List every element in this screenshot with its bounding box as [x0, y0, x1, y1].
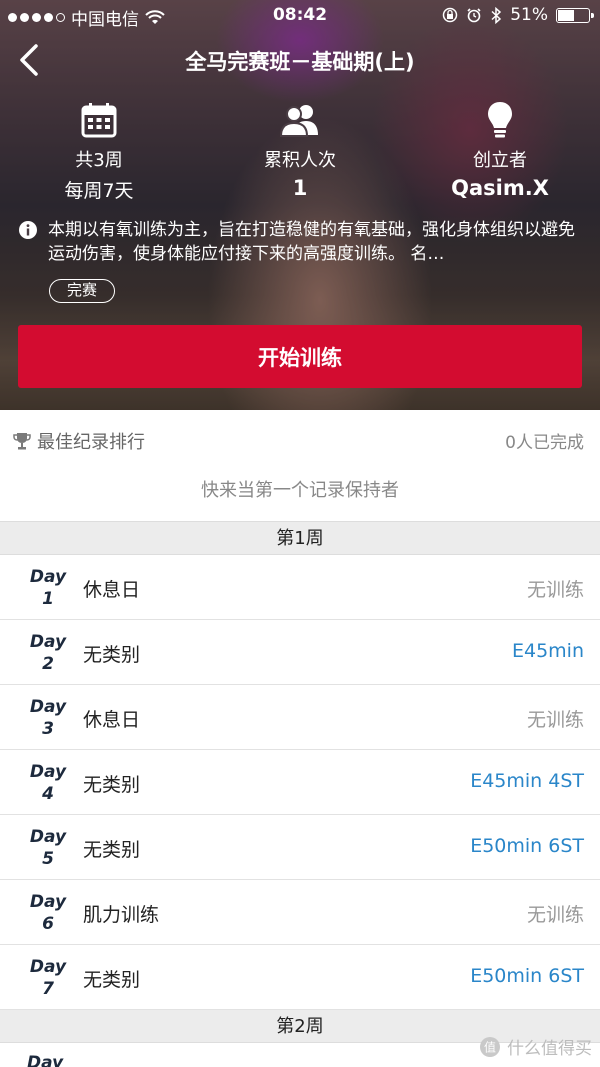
- day-plan: 无训练: [526, 579, 584, 601]
- week-header-1: 第1周: [0, 522, 600, 555]
- battery-percent: 51%: [510, 5, 548, 25]
- duration-days: 每周7天: [64, 180, 134, 202]
- day-label: Day 4: [29, 762, 67, 804]
- day-label: Day: [27, 1053, 64, 1067]
- creator-stat: 创立者 Qasim.X: [410, 100, 590, 200]
- day-type: 无类别: [83, 839, 141, 861]
- day-type: 无类别: [83, 774, 141, 796]
- leaderboard-title: 最佳纪录排行: [37, 432, 145, 453]
- status-bar: 中国电信 08:42 51%: [0, 0, 600, 32]
- day-row-5[interactable]: Day 5 无类别 E50min 6ST: [0, 815, 600, 880]
- day-row-2[interactable]: Day 2 无类别 E45min: [0, 620, 600, 685]
- day-label: Day 2: [29, 632, 67, 674]
- participants-value: 1: [292, 176, 308, 200]
- leaderboard-section: 最佳纪录排行 0人已完成 快来当第一个记录保持者: [0, 410, 600, 522]
- lightbulb-icon: [488, 102, 512, 138]
- day-label: Day 6: [29, 892, 67, 934]
- duration-weeks: 共3周: [75, 150, 123, 171]
- day-plan: E50min 6ST: [470, 835, 584, 857]
- users-icon: [279, 105, 318, 137]
- day-plan: 无训练: [526, 709, 584, 731]
- rotation-lock-icon: [442, 7, 458, 23]
- watermark-text: 什么值得买: [507, 1039, 592, 1059]
- info-icon: [19, 221, 37, 239]
- day-type: 肌力训练: [83, 904, 160, 926]
- duration-stat: 共3周 每周7天: [9, 100, 189, 203]
- calendar-icon: [81, 103, 117, 138]
- creator-name: Qasim.X: [451, 176, 549, 200]
- training-schedule: 第1周 Day 1 休息日 无训练 Day 2 无类别 E45min Day 3 休息…: [0, 522, 600, 1067]
- day-type: 休息日: [83, 709, 141, 731]
- completed-count: 0人已完成: [505, 433, 584, 453]
- day-plan: 无训练: [526, 904, 584, 926]
- day-label: Day 5: [29, 827, 67, 869]
- day-type: 无类别: [83, 644, 141, 666]
- day-row-4[interactable]: Day 4 无类别 E45min 4ST: [0, 750, 600, 815]
- battery-icon: [556, 7, 594, 23]
- day-plan: E50min 6ST: [470, 965, 584, 987]
- day-row-1[interactable]: Day 1 休息日 无训练: [0, 555, 600, 620]
- start-training-button[interactable]: 开始训练: [18, 325, 582, 388]
- day-row-6[interactable]: Day 6 肌力训练 无训练: [0, 880, 600, 945]
- description-text: 本期以有氧训练为主，旨在打造稳健的有氧基础，强化身体组织以避免运动伤害，使身体能…: [48, 220, 575, 264]
- participants-label: 累积人次: [264, 150, 336, 171]
- alarm-icon: [467, 8, 481, 23]
- day-label: Day 1: [29, 567, 67, 609]
- day-row-3[interactable]: Day 3 休息日 无训练: [0, 685, 600, 750]
- trophy-icon: [13, 433, 31, 450]
- day-type: 无类别: [83, 969, 141, 991]
- day-label: Day 7: [29, 957, 67, 999]
- watermark: 值 什么值得买: [479, 1034, 592, 1059]
- day-row-7[interactable]: Day 7 无类别 E50min 6ST: [0, 945, 600, 1010]
- leaderboard-header[interactable]: 最佳纪录排行: [13, 428, 145, 454]
- course-description[interactable]: 本期以有氧训练为主，旨在打造稳健的有氧基础，强化身体组织以避免运动伤害，使身体能…: [18, 218, 586, 266]
- category-tag: 完赛: [49, 279, 116, 303]
- bluetooth-icon: [491, 6, 502, 24]
- creator-label: 创立者: [473, 150, 527, 171]
- day-type: 休息日: [83, 579, 141, 601]
- svg-text:值: 值: [484, 1039, 496, 1054]
- day-plan: E45min 4ST: [470, 770, 584, 792]
- participants-stat: 累积人次 1: [210, 100, 390, 200]
- day-label: Day 3: [29, 697, 67, 739]
- leaderboard-empty-text: 快来当第一个记录保持者: [201, 480, 399, 501]
- course-hero: 中国电信 08:42 51% 全马完赛班－基础期(上) 共3周 每周7天 累积人…: [0, 0, 600, 410]
- zhide-logo-icon: 值: [480, 1036, 500, 1057]
- page-title: 全马完赛班－基础期(上): [185, 50, 415, 74]
- day-plan: E45min: [511, 640, 584, 662]
